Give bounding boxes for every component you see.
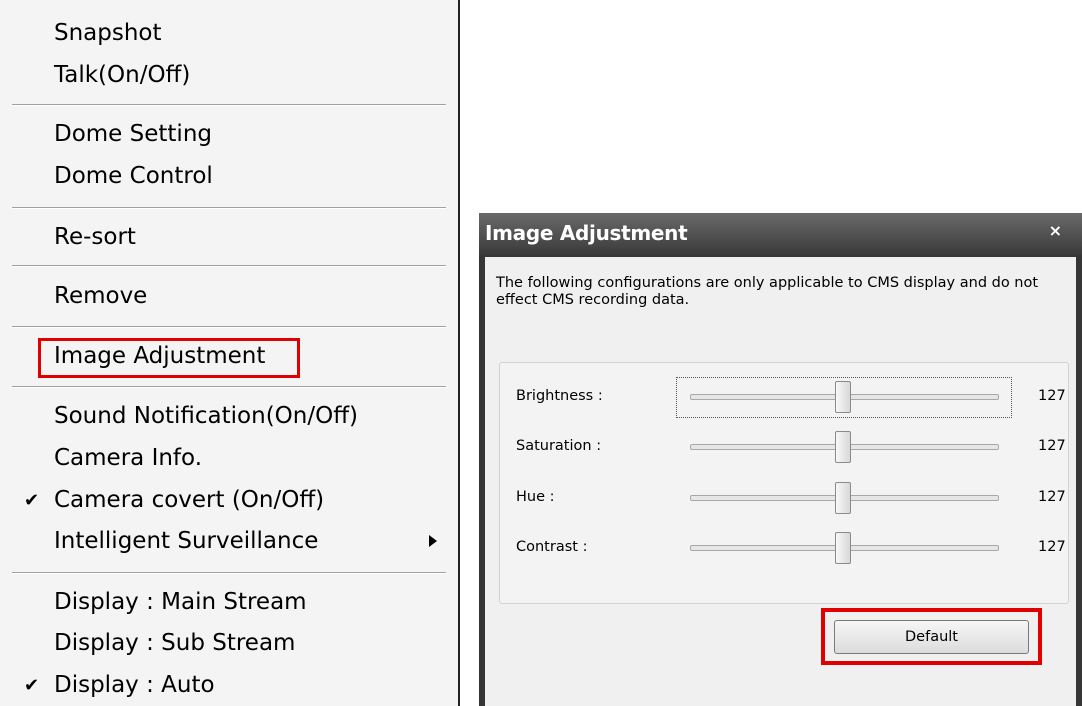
- dialog-description: The following configurations are only ap…: [496, 275, 1039, 308]
- dialog-titlebar[interactable]: Image Adjustment ×: [479, 213, 1082, 255]
- menu-item-dome-control[interactable]: Dome Control: [54, 161, 213, 191]
- menu-item-snapshot[interactable]: Snapshot: [54, 18, 162, 48]
- menu-separator: [12, 104, 446, 106]
- contrast-slider-thumb[interactable]: [835, 532, 851, 564]
- close-icon[interactable]: ×: [1049, 221, 1062, 240]
- menu-item-dome-setting[interactable]: Dome Setting: [54, 119, 212, 149]
- menu-item-re-sort[interactable]: Re-sort: [54, 222, 136, 252]
- check-icon: ✔: [24, 490, 40, 511]
- highlight-box: [38, 338, 300, 378]
- menu-separator: [12, 265, 446, 267]
- menu-separator: [12, 386, 446, 388]
- menu-item-camera-info[interactable]: Camera Info.: [54, 443, 202, 473]
- dialog-body: The following configurations are only ap…: [485, 257, 1076, 706]
- hue-label: Hue :: [516, 489, 555, 505]
- contrast-label: Contrast :: [516, 539, 588, 555]
- menu-item-display-auto[interactable]: Display : Auto: [54, 670, 215, 700]
- brightness-label: Brightness :: [516, 388, 603, 404]
- menu-item-camera-covert[interactable]: Camera covert (On/Off): [54, 485, 324, 515]
- contrast-value: 127: [1038, 539, 1066, 555]
- slider-group: Brightness : 127 Saturation : 127 Hue : …: [499, 362, 1069, 604]
- image-adjustment-dialog: Image Adjustment × The following configu…: [479, 213, 1082, 706]
- check-icon: ✔: [24, 675, 40, 696]
- dialog-title: Image Adjustment: [485, 221, 688, 245]
- menu-item-remove[interactable]: Remove: [54, 281, 147, 311]
- menu-item-intelligent-surveillance[interactable]: Intelligent Surveillance: [54, 526, 318, 556]
- brightness-slider-thumb[interactable]: [835, 381, 851, 413]
- menu-separator: [12, 572, 446, 574]
- context-menu: Snapshot Talk(On/Off) Dome Setting Dome …: [0, 0, 460, 706]
- menu-separator: [12, 326, 446, 328]
- highlight-box: [821, 608, 1042, 665]
- hue-slider-thumb[interactable]: [835, 482, 851, 514]
- saturation-label: Saturation :: [516, 438, 602, 454]
- menu-item-display-sub-stream[interactable]: Display : Sub Stream: [54, 628, 295, 658]
- menu-separator: [12, 207, 446, 209]
- brightness-value: 127: [1038, 388, 1066, 404]
- hue-value: 127: [1038, 489, 1066, 505]
- menu-item-sound-notification[interactable]: Sound Notification(On/Off): [54, 401, 358, 431]
- submenu-arrow-icon: [429, 535, 437, 547]
- saturation-slider-thumb[interactable]: [835, 431, 851, 463]
- menu-item-display-main-stream[interactable]: Display : Main Stream: [54, 587, 307, 617]
- menu-item-talk[interactable]: Talk(On/Off): [54, 60, 190, 90]
- saturation-value: 127: [1038, 438, 1066, 454]
